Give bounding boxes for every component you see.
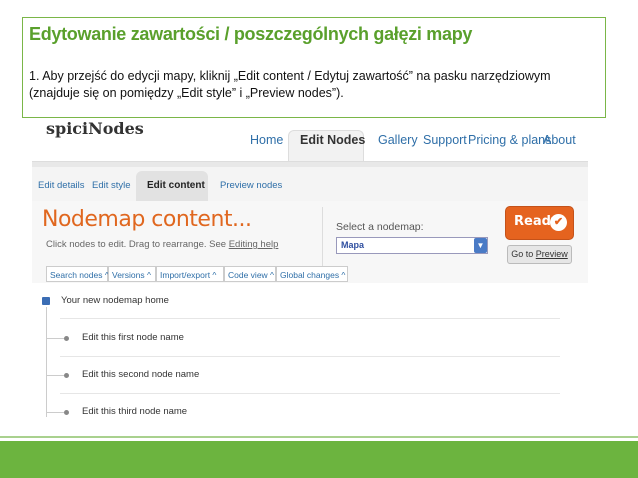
tab-edit-content[interactable]: Edit content (147, 180, 205, 191)
tab-preview-nodes[interactable]: Preview nodes (220, 180, 282, 191)
topnav-gallery[interactable]: Gallery (378, 133, 418, 147)
ready-button[interactable]: Ready ✔ (505, 206, 574, 240)
node-bullet-icon (64, 373, 69, 378)
topnav-support[interactable]: Support (423, 133, 467, 147)
chevron-down-icon[interactable]: ▼ (474, 238, 487, 253)
collapse-icon[interactable] (42, 297, 50, 305)
nodemap-select[interactable]: Mapa (336, 237, 488, 254)
tree-branch (46, 375, 64, 376)
goto-preview-link: Preview (535, 249, 568, 259)
app-screenshot: spiciNodes Home Edit Nodes Gallery Suppo… (32, 119, 588, 424)
slide-caption-box: Edytowanie zawartości / poszczególnych g… (22, 17, 606, 118)
node-bullet-icon (64, 410, 69, 415)
app-logo: spiciNodes (46, 119, 144, 138)
goto-label: Go to (511, 249, 536, 259)
footer-accent-line (0, 436, 638, 438)
tree-branch (46, 338, 64, 339)
row-divider (60, 393, 560, 394)
tree-root-label: Your new nodemap home (61, 295, 169, 306)
topnav-about[interactable]: About (543, 133, 576, 147)
topnav-edit-nodes[interactable]: Edit Nodes (300, 133, 365, 147)
slide-title: Edytowanie zawartości / poszczególnych g… (29, 24, 473, 44)
tree-node-3[interactable]: Edit this third node name (82, 406, 187, 417)
tree-node-1[interactable]: Edit this first node name (82, 332, 184, 343)
global-changes-button[interactable]: Global changes ^ (276, 266, 348, 282)
row-divider (60, 318, 560, 319)
page-title: Nodemap content... (42, 207, 252, 232)
tree-connector (46, 307, 47, 417)
topnav-home[interactable]: Home (250, 133, 283, 147)
goto-preview-button[interactable]: Go to Preview (507, 245, 572, 264)
import-export-button[interactable]: Import/export ^ (156, 266, 224, 282)
editing-help-link[interactable]: Editing help (229, 239, 279, 250)
tree-node-2[interactable]: Edit this second node name (82, 369, 199, 380)
tree-root-node[interactable]: Your new nodemap home (42, 295, 169, 306)
tree-branch (46, 412, 64, 413)
tab-edit-details[interactable]: Edit details (38, 180, 84, 191)
node-bullet-icon (64, 336, 69, 341)
page-subtitle: Click nodes to edit. Drag to rearrange. … (46, 239, 278, 250)
versions-button[interactable]: Versions ^ (108, 266, 156, 282)
row-divider (60, 356, 560, 357)
topnav-pricing[interactable]: Pricing & plans (468, 133, 551, 147)
content-toolbar: Search nodes ^ Versions ^ Import/export … (46, 266, 348, 282)
header-divider (322, 207, 323, 267)
check-icon: ✔ (550, 214, 567, 231)
code-view-button[interactable]: Code view ^ (224, 266, 276, 282)
tab-edit-style[interactable]: Edit style (92, 180, 131, 191)
slide-instruction: 1. Aby przejść do edycji mapy, kliknij „… (29, 69, 551, 100)
subtitle-text: Click nodes to edit. Drag to rearrange. … (46, 239, 229, 250)
select-nodemap-label: Select a nodemap: (336, 221, 424, 233)
footer-bar (0, 441, 638, 478)
search-nodes-button[interactable]: Search nodes ^ (46, 266, 109, 282)
